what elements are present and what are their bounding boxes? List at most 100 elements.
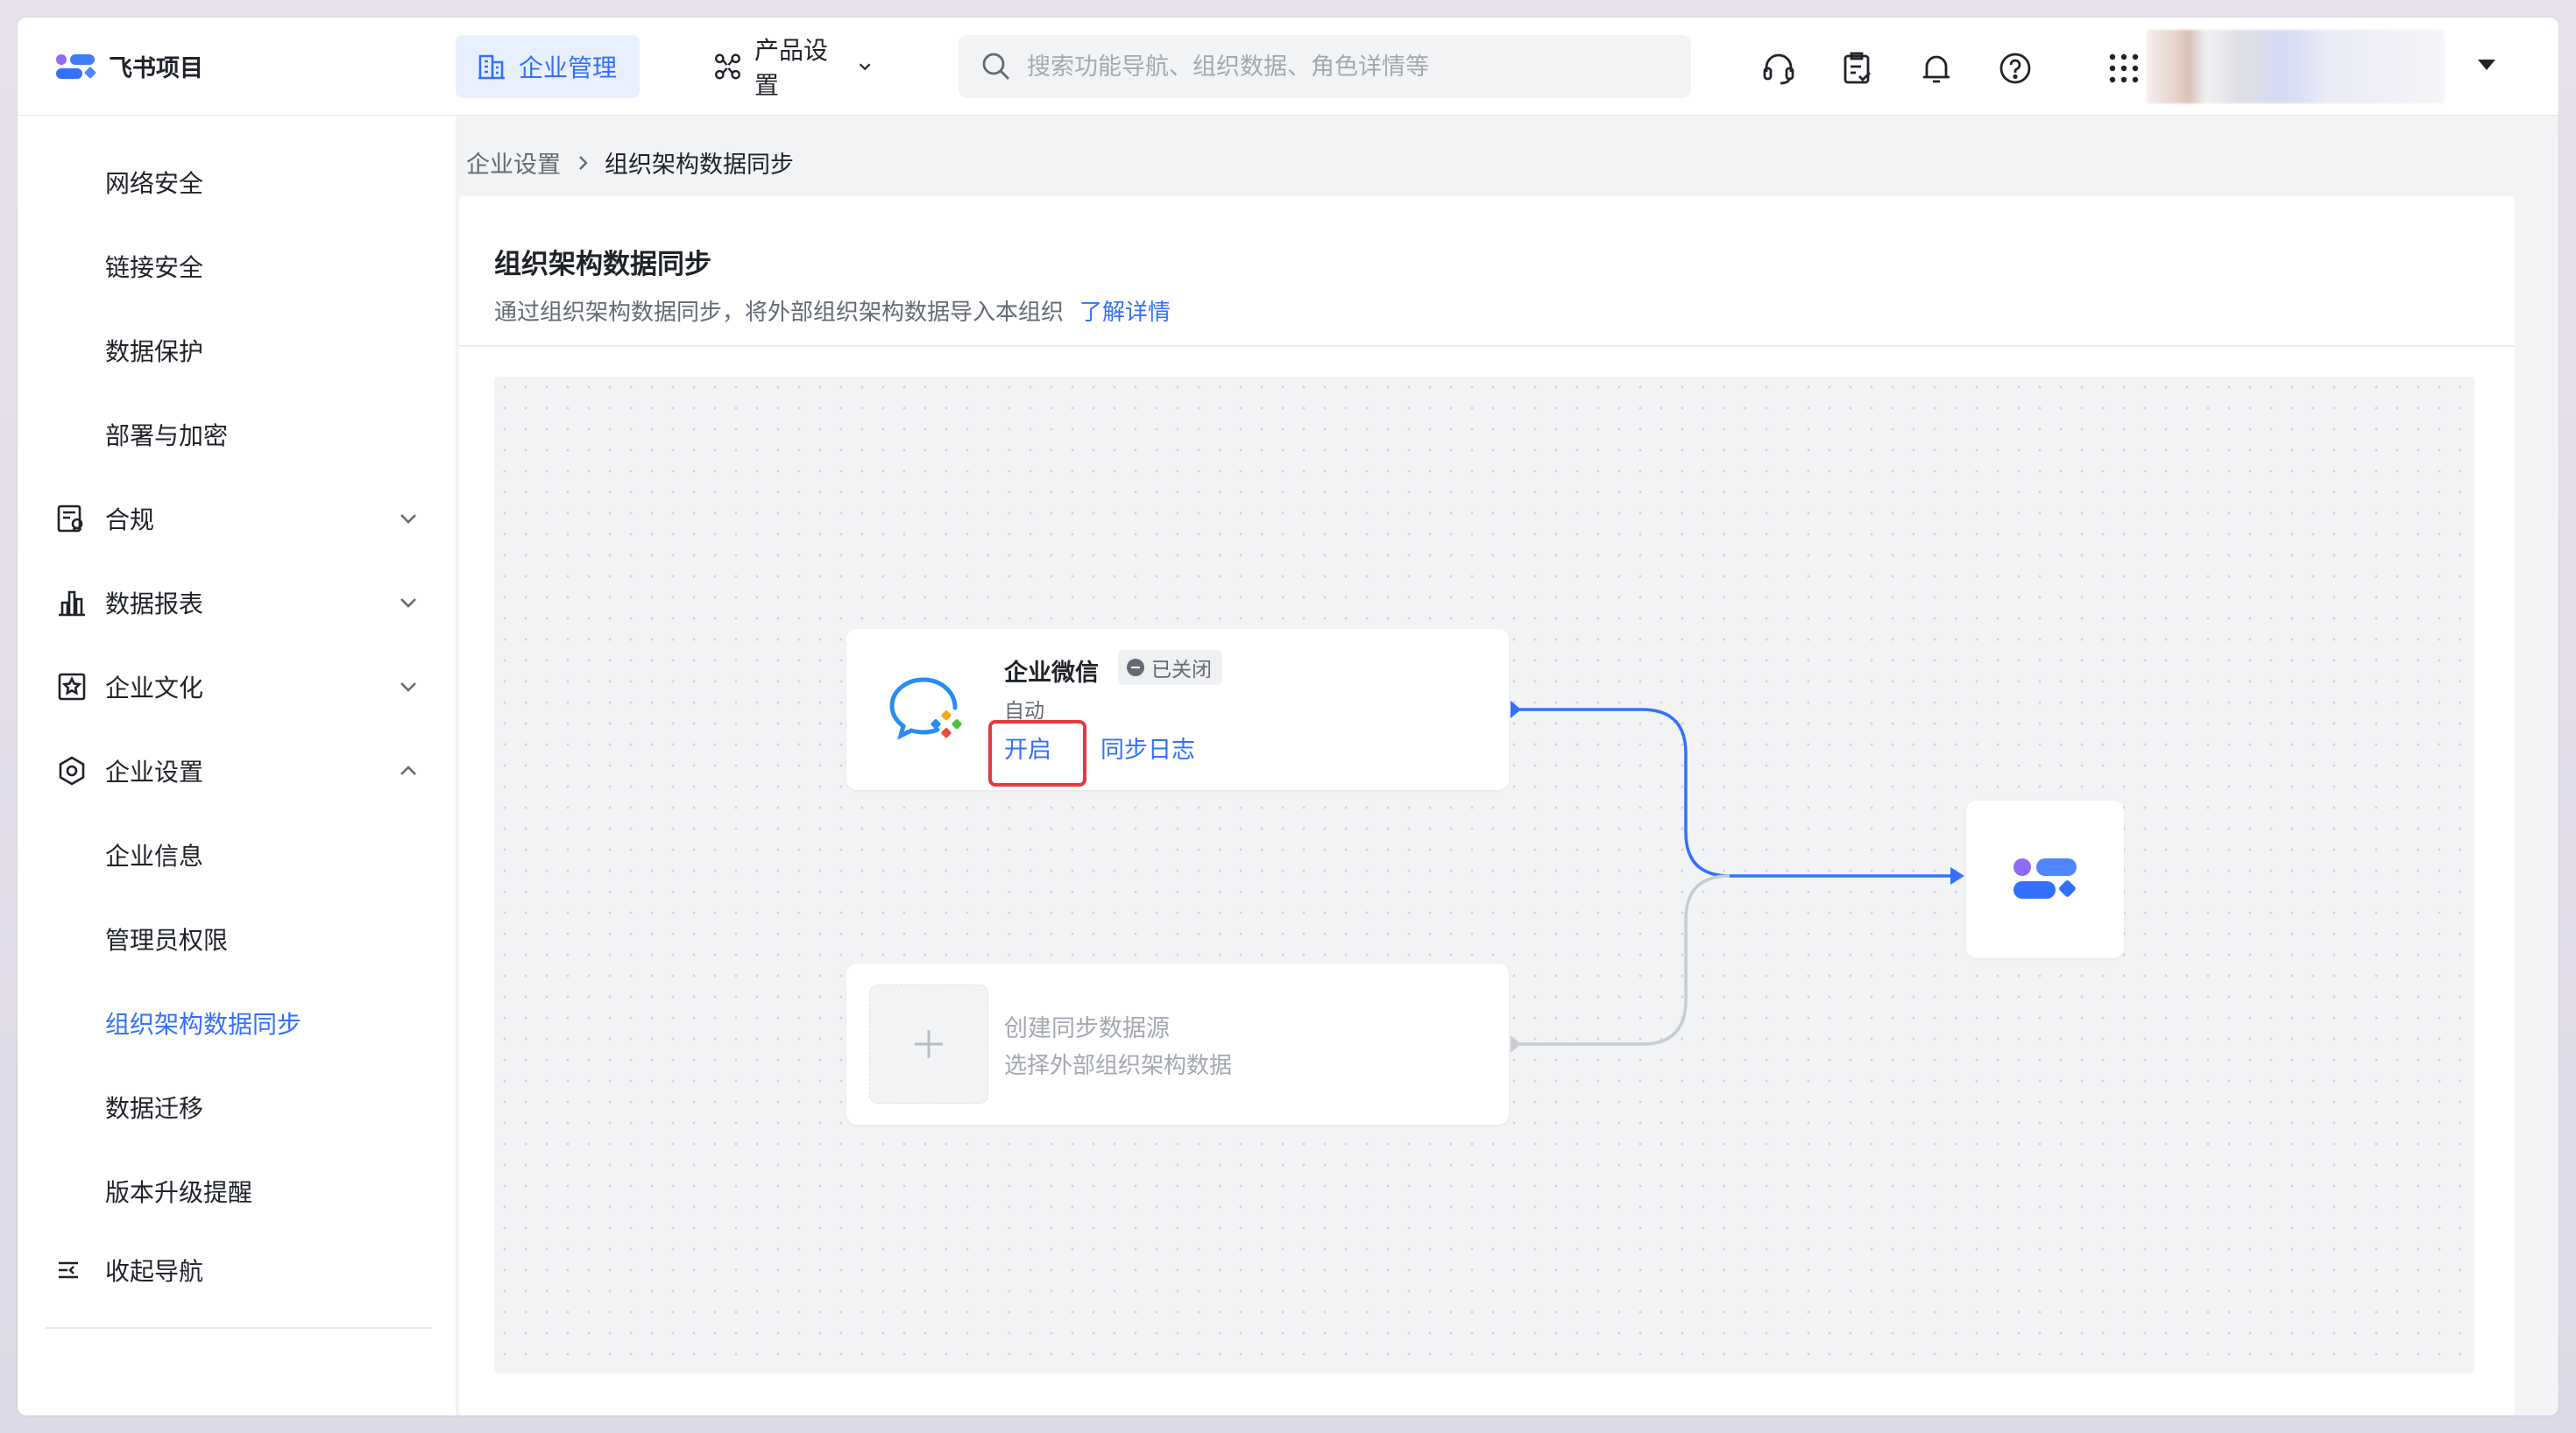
sidebar-item-label: 数据报表 xyxy=(105,589,204,618)
notifications-button[interactable] xyxy=(1917,49,1956,88)
bar-chart-icon xyxy=(59,590,85,617)
caret-down-icon xyxy=(2478,60,2495,70)
headset-icon xyxy=(1763,53,1794,85)
sidebar-item-label: 版本升级提醒 xyxy=(105,1178,253,1207)
todo-button[interactable] xyxy=(1838,49,1877,88)
wecom-source-name: 企业微信 xyxy=(1004,660,1099,687)
wecom-connector-line xyxy=(1511,708,1959,878)
create-sync-source-card[interactable]: 创建同步数据源 选择外部组织架构数据 xyxy=(846,964,1509,1125)
add-connector-line xyxy=(1511,874,1730,1046)
compliance-icon xyxy=(57,505,83,533)
page-description: 通过组织架构数据同步，将外部组织架构数据导入本组织 了解详情 xyxy=(494,294,1171,327)
learn-more-link[interactable]: 了解详情 xyxy=(1079,294,1171,327)
app-name: 飞书项目 xyxy=(109,55,203,82)
sidebar-item-enterprise-info[interactable]: 企业信息 xyxy=(18,823,456,886)
closed-status-icon xyxy=(1127,659,1144,676)
wecom-connector-arrow xyxy=(1950,867,1964,885)
sidebar-item-label: 企业文化 xyxy=(105,674,204,702)
page-description-text: 通过组织架构数据同步，将外部组织架构数据导入本组织 xyxy=(494,300,1065,326)
chevron-down-icon xyxy=(400,682,416,692)
wecom-source-card: 企业微信 已关闭 自动 开启 同步日志 xyxy=(846,629,1509,790)
wecom-connector-start xyxy=(1511,701,1521,718)
chevron-down-icon xyxy=(400,514,416,524)
product-nodes-icon xyxy=(715,53,740,80)
help-button[interactable] xyxy=(1996,49,2035,88)
plus-icon xyxy=(915,1030,943,1058)
building-icon xyxy=(478,54,505,80)
apps-button[interactable] xyxy=(2105,49,2143,88)
page-title: 组织架构数据同步 xyxy=(494,249,711,280)
sidebar-item-org-sync[interactable]: 组织架构数据同步 xyxy=(18,992,456,1055)
status-badge: 已关闭 xyxy=(1118,650,1222,685)
enable-sync-link[interactable]: 开启 xyxy=(1004,731,1051,765)
sidebar-item-deployment-encryption[interactable]: 部署与加密 xyxy=(18,403,456,466)
customer-service-button[interactable] xyxy=(1759,49,1798,88)
search-input[interactable] xyxy=(1027,53,1640,81)
sidebar-item-label: 管理员权限 xyxy=(105,926,229,955)
nav-enterprise-management[interactable]: 企业管理 xyxy=(456,35,640,98)
app-logo[interactable]: 飞书项目 xyxy=(56,49,203,83)
help-icon xyxy=(1999,53,2031,84)
panel-header: 组织架构数据同步 通过组织架构数据同步，将外部组织架构数据导入本组织 了解详情 xyxy=(459,196,2515,347)
feishu-project-logo-icon xyxy=(2013,858,2077,899)
sidebar-item-network-security[interactable]: 网络安全 xyxy=(18,151,456,214)
sidebar-group-data-reports[interactable]: 数据报表 xyxy=(18,571,456,634)
status-badge-label: 已关闭 xyxy=(1151,659,1212,681)
search-icon xyxy=(982,53,1009,80)
sidebar-item-data-migration[interactable]: 数据迁移 xyxy=(18,1076,456,1139)
nav-enterprise-management-label: 企业管理 xyxy=(519,53,618,82)
user-profile-blurred[interactable] xyxy=(2147,30,2445,103)
sidebar-item-label: 数据保护 xyxy=(105,337,204,366)
sidebar-group-compliance[interactable]: 合规 xyxy=(18,487,456,550)
sidebar-item-label: 部署与加密 xyxy=(105,421,229,450)
breadcrumb-current: 组织架构数据同步 xyxy=(605,152,794,179)
chevron-up-icon xyxy=(400,766,416,775)
culture-icon xyxy=(58,673,86,701)
clipboard-check-icon xyxy=(1844,52,1871,84)
app-window: 飞书项目 企业管理 产品设置 搜索功能导航、组织数据、角色详情等 网络安全 链接… xyxy=(18,18,2558,1415)
create-sync-source-description: 选择外部组织架构数据 xyxy=(1004,1053,1233,1079)
collapse-nav-button[interactable]: 收起导航 xyxy=(56,1253,203,1288)
sidebar: 网络安全 链接安全 数据保护 部署与加密 合规 数据报表 企业文化 企业设置 企… xyxy=(18,116,456,1415)
chevron-down-icon xyxy=(400,598,416,608)
sidebar-item-label: 企业设置 xyxy=(105,758,204,787)
breadcrumb: 企业设置 组织架构数据同步 xyxy=(466,145,794,180)
sidebar-group-corporate-culture[interactable]: 企业文化 xyxy=(18,655,456,718)
collapse-nav-label: 收起导航 xyxy=(105,1257,204,1286)
nav-product-settings[interactable]: 产品设置 xyxy=(692,35,894,100)
sidebar-item-label: 网络安全 xyxy=(105,169,204,198)
top-bar: 飞书项目 企业管理 产品设置 xyxy=(18,18,2558,116)
sidebar-item-label: 合规 xyxy=(105,505,155,534)
wecom-logo-icon xyxy=(889,677,962,740)
chevron-right-icon xyxy=(579,155,588,170)
create-sync-source-title: 创建同步数据源 xyxy=(1004,1015,1170,1042)
global-search[interactable] xyxy=(959,35,1691,98)
add-connector-start xyxy=(1511,1035,1521,1053)
main-panel: 组织架构数据同步 通过组织架构数据同步，将外部组织架构数据导入本组织 了解详情 xyxy=(459,196,2515,1415)
sidebar-item-label: 企业信息 xyxy=(105,842,204,871)
add-source-box[interactable] xyxy=(869,985,988,1104)
sidebar-item-label: 链接安全 xyxy=(105,253,204,282)
profile-dropdown-button[interactable] xyxy=(2476,56,2497,77)
sidebar-item-label: 组织架构数据同步 xyxy=(105,1010,302,1039)
settings-hexagon-icon xyxy=(59,756,85,786)
sidebar-item-upgrade-reminder[interactable]: 版本升级提醒 xyxy=(18,1160,456,1223)
sidebar-item-label: 数据迁移 xyxy=(105,1094,204,1123)
sync-flow-canvas: 企业微信 已关闭 自动 开启 同步日志 创建同步数据源 选择外部组织架构数据 xyxy=(494,377,2474,1373)
apps-grid-icon xyxy=(2109,53,2139,83)
sidebar-group-enterprise-settings[interactable]: 企业设置 xyxy=(18,739,456,802)
sidebar-item-data-protection[interactable]: 数据保护 xyxy=(18,319,456,382)
breadcrumb-parent[interactable]: 企业设置 xyxy=(466,145,561,180)
target-organization-card xyxy=(1966,801,2124,958)
sync-log-link[interactable]: 同步日志 xyxy=(1100,731,1195,765)
nav-product-settings-label: 产品设置 xyxy=(754,36,829,100)
sidebar-divider xyxy=(46,1327,431,1329)
sidebar-item-admin-permissions[interactable]: 管理员权限 xyxy=(18,907,456,971)
bell-icon xyxy=(1923,55,1950,83)
collapse-menu-icon xyxy=(59,1261,78,1279)
chevron-down-icon xyxy=(859,63,871,71)
logo-mark-icon xyxy=(56,53,96,79)
sync-flow-connectors xyxy=(1511,701,1964,1053)
sync-mode-label: 自动 xyxy=(1004,700,1044,723)
sidebar-item-link-security[interactable]: 链接安全 xyxy=(18,235,456,298)
